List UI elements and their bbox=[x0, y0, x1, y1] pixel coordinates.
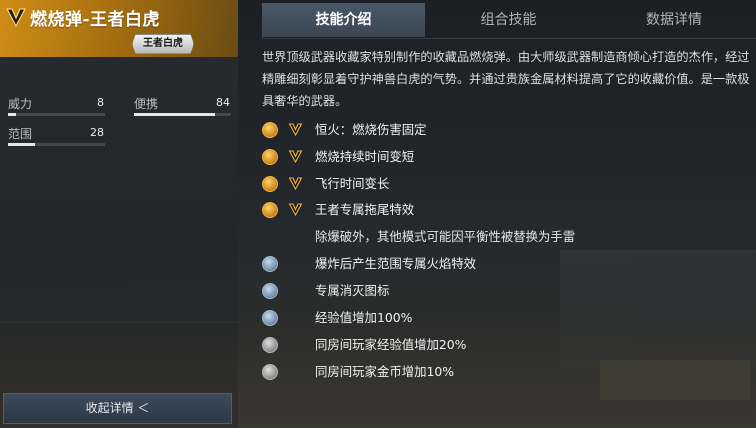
skill-text: 专属消灭图标 bbox=[315, 283, 390, 298]
skill-text: 恒火：燃烧伤害固定 bbox=[315, 122, 427, 137]
v-badge-icon bbox=[288, 123, 303, 137]
v-badge-icon bbox=[288, 177, 303, 191]
stat-bar-range bbox=[8, 143, 105, 146]
tab-underline bbox=[262, 38, 756, 39]
skill-text: 爆炸后产生范围专属火焰特效 bbox=[315, 256, 477, 271]
skill-text: 同房间玩家经验值增加20% bbox=[315, 337, 467, 352]
skill-text: 飞行时间变长 bbox=[315, 176, 390, 191]
kill-icon bbox=[262, 283, 278, 299]
stat-fill-power bbox=[8, 113, 16, 116]
fire-constant-icon bbox=[262, 122, 278, 138]
stat-bar-power bbox=[8, 113, 105, 116]
rank-badge-label: 王者白虎 bbox=[143, 38, 183, 49]
skill-note-text: 除爆破外，其他模式可能因平衡性被替换为手雷 bbox=[315, 229, 576, 244]
skill-row: 同房间玩家金币增加10% bbox=[262, 364, 742, 384]
rank-badge: 王者白虎 bbox=[132, 34, 194, 54]
stat-label-range: 范围 bbox=[8, 127, 33, 141]
weapon-name: 燃烧弹-王者白虎 bbox=[30, 10, 161, 30]
skill-text: 同房间玩家金币增加10% bbox=[315, 364, 455, 379]
weapon-description: 世界顶级武器收藏家特别制作的收藏品燃烧弹。由大师级武器制造商倾心打造的杰作，经过… bbox=[262, 50, 750, 108]
tab-data-details[interactable]: 数据详情 bbox=[592, 3, 756, 37]
stat-fill-portability bbox=[134, 113, 216, 116]
v-badge-icon bbox=[288, 150, 303, 164]
stat-value-portability: 84 bbox=[216, 96, 230, 109]
stat-bar-portability bbox=[134, 113, 231, 116]
skill-text: 经验值增加100% bbox=[315, 310, 413, 325]
skill-row: 经验值增加100% bbox=[262, 310, 742, 330]
burn-duration-icon bbox=[262, 149, 278, 165]
tab-bar: 技能介绍 组合技能 数据详情 bbox=[262, 3, 756, 39]
tab-combo-skills[interactable]: 组合技能 bbox=[427, 3, 590, 37]
skill-row: 燃烧持续时间变短 bbox=[262, 149, 742, 169]
panel-divider bbox=[0, 322, 238, 323]
stat-label-portability: 便携 bbox=[134, 97, 159, 111]
stat-fill-range bbox=[8, 143, 36, 146]
stat-value-power: 8 bbox=[97, 96, 104, 109]
room-exp-icon bbox=[262, 337, 278, 353]
skill-row: 恒火：燃烧伤害固定 bbox=[262, 122, 742, 142]
stat-label-power: 威力 bbox=[8, 97, 33, 111]
skill-text: 燃烧持续时间变短 bbox=[315, 149, 415, 164]
skill-row: 爆炸后产生范围专属火焰特效 bbox=[262, 256, 742, 276]
tab-skill-intro[interactable]: 技能介绍 bbox=[262, 3, 425, 37]
room-coin-icon bbox=[262, 364, 278, 380]
flight-time-icon bbox=[262, 176, 278, 192]
skill-row: 飞行时间变长 bbox=[262, 176, 742, 196]
weapon-info-panel: 燃烧弹-王者白虎 王者白虎 威力 8 便携 84 范围 28 收起详情 ＜ bbox=[0, 0, 238, 428]
v-badge-icon bbox=[288, 203, 303, 217]
collapse-details-button[interactable]: 收起详情 ＜ bbox=[3, 393, 232, 424]
v-rank-icon bbox=[6, 8, 26, 28]
skill-row: 同房间玩家经验值增加20% bbox=[262, 337, 742, 357]
skill-text: 王者专属拖尾特效 bbox=[315, 202, 415, 217]
skill-note-row: 除爆破外，其他模式可能因平衡性被替换为手雷 bbox=[262, 229, 742, 249]
exp-bonus-icon bbox=[262, 310, 278, 326]
skill-row: 专属消灭图标 bbox=[262, 283, 742, 303]
skill-row: 王者专属拖尾特效 bbox=[262, 202, 742, 222]
weapon-title-bar: 燃烧弹-王者白虎 王者白虎 bbox=[0, 0, 238, 57]
flame-effect-icon bbox=[262, 256, 278, 272]
stat-value-range: 28 bbox=[90, 126, 104, 139]
trail-effect-icon bbox=[262, 202, 278, 218]
